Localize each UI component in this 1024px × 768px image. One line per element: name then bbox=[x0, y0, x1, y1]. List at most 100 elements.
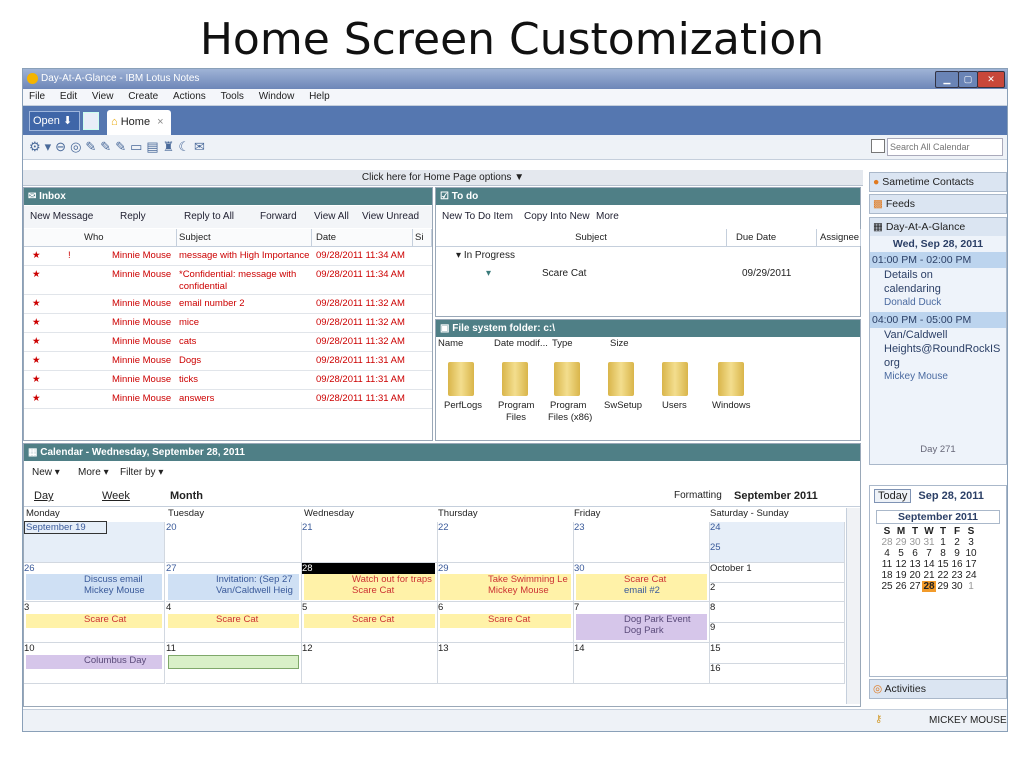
menu-file[interactable]: File bbox=[29, 91, 45, 102]
name-column[interactable]: Name bbox=[438, 338, 463, 349]
calendar-scrollbar[interactable] bbox=[846, 508, 860, 704]
tab-home[interactable]: ⌂ Home × bbox=[107, 110, 171, 135]
menu-edit[interactable]: Edit bbox=[60, 91, 77, 102]
menu-view[interactable]: View bbox=[92, 91, 114, 102]
today-button[interactable]: Today bbox=[874, 489, 912, 503]
calendar-day[interactable]: 24 bbox=[710, 522, 845, 543]
appointment[interactable]: Details on calendaring Donald Duck bbox=[884, 268, 1006, 310]
calendar-day[interactable]: 13 bbox=[438, 643, 574, 684]
calendar-event[interactable]: Columbus Day bbox=[26, 655, 162, 669]
date-column[interactable]: Date bbox=[316, 229, 413, 246]
copy-into-new-button[interactable]: Copy Into New bbox=[524, 206, 590, 228]
folder-label[interactable]: Files (x86) bbox=[548, 412, 592, 423]
folder-label[interactable]: Program bbox=[498, 400, 534, 411]
folder-label[interactable]: Program bbox=[550, 400, 586, 411]
calendar-event[interactable]: Scare Cat bbox=[26, 614, 162, 628]
calendar-day[interactable]: 21 bbox=[302, 522, 438, 563]
calendar-day[interactable]: 2 bbox=[710, 582, 845, 602]
folder-icon[interactable] bbox=[718, 362, 744, 396]
folder-icon[interactable] bbox=[502, 362, 528, 396]
dag-header[interactable]: ▦ Day-At-A-Glance bbox=[870, 218, 1006, 236]
folder-label[interactable]: Users bbox=[662, 400, 687, 411]
sidebar-feeds[interactable]: ▩ Feeds bbox=[869, 194, 1007, 214]
minimize-button[interactable]: ▁ bbox=[935, 71, 959, 88]
calendar-event[interactable]: Scare Cat bbox=[304, 614, 435, 628]
view-unread-button[interactable]: View Unread bbox=[362, 206, 419, 228]
mini-month-grid[interactable]: SMTWTFS 28 29 30 31 1 2 3 4 5 6 7 8 9 10 11 12 13 14 15 1… bbox=[880, 526, 978, 592]
mini-today[interactable]: 28 bbox=[922, 581, 936, 592]
new-message-button[interactable]: New Message bbox=[30, 206, 93, 228]
todo-due-column[interactable]: Due Date bbox=[736, 229, 817, 246]
calendar-day[interactable]: 14 bbox=[574, 643, 710, 684]
calendar-search-icon[interactable] bbox=[871, 139, 885, 153]
calendar-event[interactable]: Invitation: (Sep 27 Van/Caldwell Heig bbox=[168, 574, 299, 600]
todo-item[interactable]: ▾ Scare Cat 09/29/2011 bbox=[436, 268, 846, 284]
calendar-day[interactable]: September 19 bbox=[24, 521, 165, 563]
todo-subject-column[interactable]: Subject bbox=[456, 229, 727, 246]
calendar-event[interactable]: Watch out for traps Scare Cat bbox=[304, 574, 435, 600]
view-month-tab[interactable]: Month bbox=[170, 486, 203, 506]
table-row[interactable]: ★ Minnie Mouse cats 09/28/2011 11:32 AM bbox=[24, 333, 432, 352]
calendar-day[interactable]: 23 bbox=[574, 522, 710, 563]
appointment[interactable]: Van/Caldwell Heights@RoundRockIS org Mickey… bbox=[884, 328, 1006, 384]
dag-date-nav[interactable]: Wed, Sep 28, 2011 bbox=[870, 236, 1006, 252]
open-button[interactable]: Open ⬇ bbox=[29, 111, 80, 131]
menu-window[interactable]: Window bbox=[259, 91, 295, 102]
search-input[interactable] bbox=[887, 138, 1003, 156]
who-column[interactable]: Who bbox=[84, 229, 177, 246]
toolbar-icons[interactable]: ⚙▾⊖◎✎✎✎▭▤♜☾✉ bbox=[29, 139, 209, 155]
folder-label[interactable]: PerfLogs bbox=[444, 400, 482, 411]
tab-close-icon[interactable]: × bbox=[157, 116, 163, 128]
more-button[interactable]: More bbox=[596, 206, 619, 228]
time-slot[interactable]: 04:00 PM - 05:00 PM bbox=[870, 312, 1006, 328]
view-all-button[interactable]: View All bbox=[314, 206, 349, 228]
calendar-event[interactable]: Dog Park Event Dog Park bbox=[576, 614, 707, 640]
calendar-day[interactable]: 20 bbox=[166, 522, 302, 563]
formatting-button[interactable]: Formatting bbox=[674, 486, 722, 506]
close-button[interactable]: ✕ bbox=[977, 71, 1005, 88]
home-options-bar[interactable]: Click here for Home Page options ▼ bbox=[23, 170, 863, 186]
calendar-day[interactable]: 15 bbox=[710, 643, 845, 664]
new-todo-button[interactable]: New To Do Item bbox=[442, 206, 513, 228]
size-column[interactable]: Si bbox=[415, 229, 432, 246]
view-week-tab[interactable]: Week bbox=[102, 486, 130, 506]
calendar-event[interactable]: Scare Cat bbox=[168, 614, 299, 628]
date-modified-column[interactable]: Date modif... bbox=[494, 338, 548, 349]
calendar-event[interactable]: Discuss email Mickey Mouse bbox=[26, 574, 162, 600]
calendar-day[interactable]: 22 bbox=[438, 522, 574, 563]
type-column[interactable]: Type bbox=[552, 338, 573, 349]
menu-create[interactable]: Create bbox=[128, 91, 158, 102]
folder-icon[interactable] bbox=[554, 362, 580, 396]
table-row[interactable]: ★ Minnie Mouse email number 2 09/28/2011 11… bbox=[24, 295, 432, 314]
calendar-day[interactable]: 16 bbox=[710, 663, 845, 684]
calendar-day[interactable]: 25 bbox=[710, 542, 845, 563]
folder-icon[interactable] bbox=[662, 362, 688, 396]
mini-month-nav[interactable]: September 2011 bbox=[876, 510, 1000, 524]
calendar-day[interactable]: 8 bbox=[710, 602, 845, 623]
maximize-button[interactable]: ▢ bbox=[958, 71, 978, 88]
todo-group[interactable]: ▾ In Progress bbox=[456, 250, 515, 261]
folder-icon[interactable] bbox=[448, 362, 474, 396]
sidebar-sametime[interactable]: ● Sametime Contacts bbox=[869, 172, 1007, 192]
user-name[interactable]: MICKEY MOUSE bbox=[929, 715, 1007, 726]
folder-icon[interactable] bbox=[608, 362, 634, 396]
calendar-event[interactable]: Take Swimming Le Mickey Mouse bbox=[440, 574, 571, 600]
new-button[interactable]: New ▾ bbox=[32, 462, 60, 484]
month-selector[interactable]: September 2011 bbox=[734, 486, 818, 506]
menu-help[interactable]: Help bbox=[309, 91, 330, 102]
view-day-tab[interactable]: Day bbox=[34, 486, 54, 506]
table-row[interactable]: ★ Minnie Mouse *Confidential: message with… bbox=[24, 266, 432, 295]
calendar-event[interactable] bbox=[168, 655, 299, 669]
table-row[interactable]: ★ Minnie Mouse ticks 09/28/2011 11:31 AM bbox=[24, 371, 432, 390]
calendar-day[interactable]: 12 bbox=[302, 643, 438, 684]
menu-actions[interactable]: Actions bbox=[173, 91, 206, 102]
time-slot[interactable]: 01:00 PM - 02:00 PM bbox=[870, 252, 1006, 268]
more-button[interactable]: More ▾ bbox=[78, 462, 109, 484]
folder-label[interactable]: Files bbox=[506, 412, 526, 423]
calendar-event[interactable]: Scare Cat bbox=[440, 614, 571, 628]
folder-label[interactable]: SwSetup bbox=[604, 400, 642, 411]
todo-assignee-column[interactable]: Assignee bbox=[820, 229, 861, 246]
table-row[interactable]: ★ Minnie Mouse Dogs 09/28/2011 11:31 AM bbox=[24, 352, 432, 371]
reply-button[interactable]: Reply bbox=[120, 206, 146, 228]
menu-tools[interactable]: Tools bbox=[221, 91, 244, 102]
